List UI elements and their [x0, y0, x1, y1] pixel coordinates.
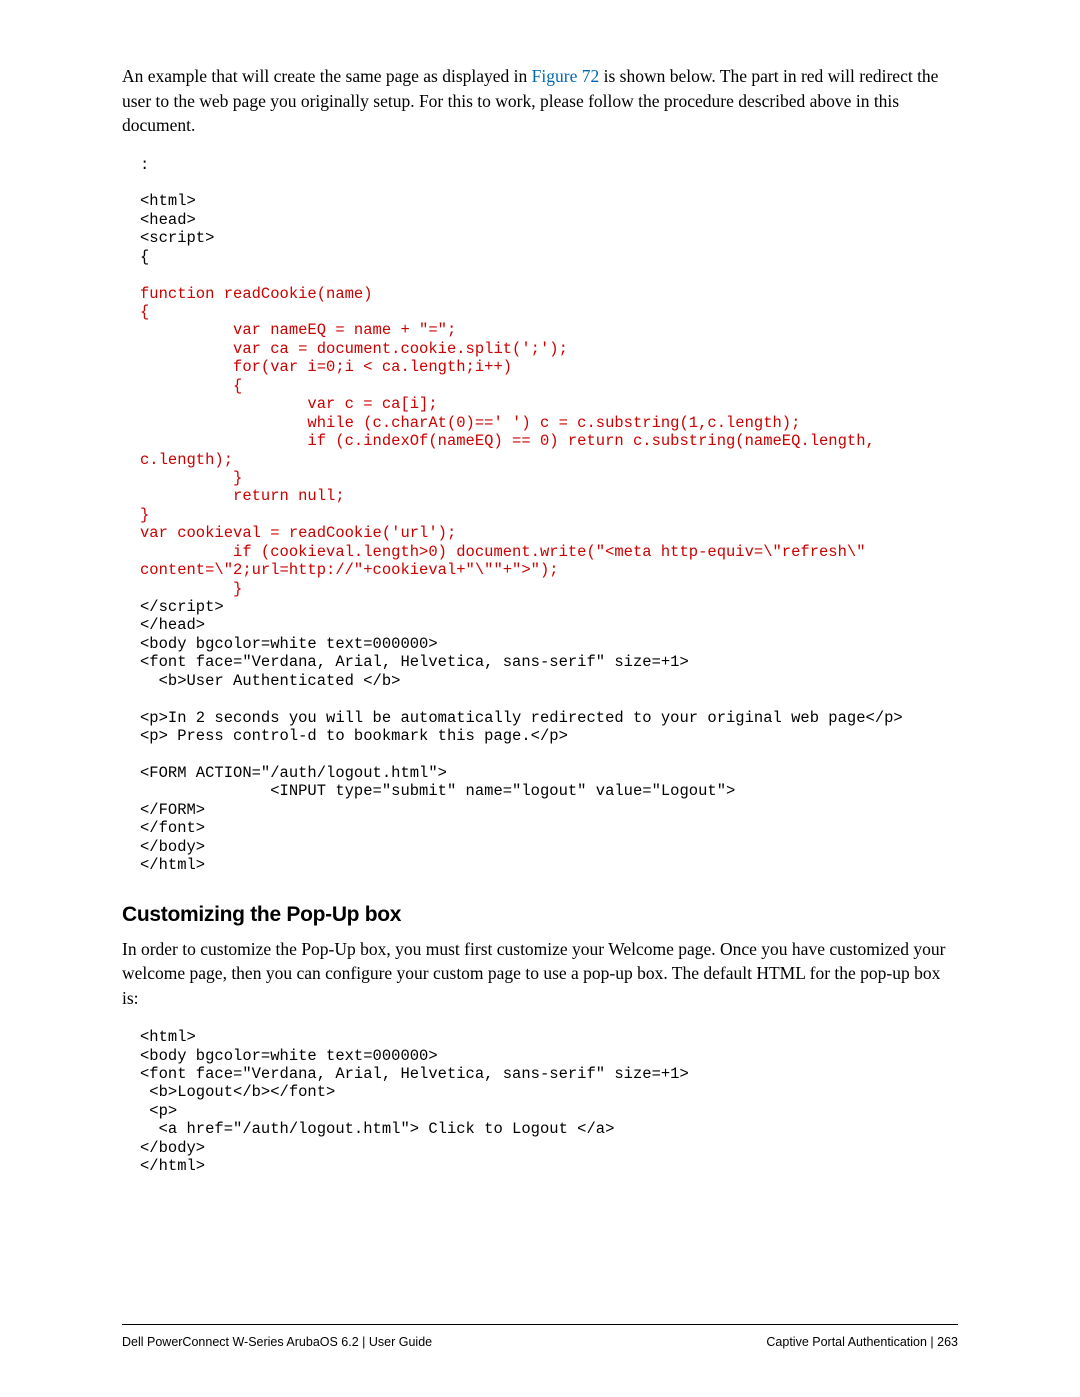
- code-line: <FORM ACTION="/auth/logout.html">: [140, 764, 447, 782]
- code-line: </html>: [140, 856, 205, 874]
- code-line: for(var i=0;i < ca.length;i++): [140, 358, 512, 376]
- code-line: if (c.indexOf(nameEQ) == 0) return c.sub…: [140, 432, 875, 450]
- code-line: <head>: [140, 211, 196, 229]
- code-line: <html>: [140, 1028, 196, 1046]
- code-line: <p>: [140, 1102, 177, 1120]
- code-line: function readCookie(name): [140, 285, 373, 303]
- code-line: </head>: [140, 616, 205, 634]
- code-line: </FORM>: [140, 801, 205, 819]
- code-line: content=\"2;url=http://"+cookieval+"\""+…: [140, 561, 559, 579]
- code-line: return null;: [140, 487, 345, 505]
- code-line: </font>: [140, 819, 205, 837]
- code-line: <a href="/auth/logout.html"> Click to Lo…: [140, 1120, 614, 1138]
- footer-section: Captive Portal Authentication: [766, 1335, 927, 1349]
- code-line: while (c.charAt(0)==' ') c = c.substring…: [140, 414, 800, 432]
- code-block-1: : <html> <head> <script> { function read…: [122, 156, 958, 875]
- code-line: <INPUT type="submit" name="logout" value…: [140, 782, 735, 800]
- code-line: <p>In 2 seconds you will be automaticall…: [140, 709, 903, 727]
- code-line: </body>: [140, 838, 205, 856]
- intro-text-1: An example that will create the same pag…: [122, 66, 532, 86]
- code-line: <font face="Verdana, Arial, Helvetica, s…: [140, 1065, 689, 1083]
- code-line: if (cookieval.length>0) document.write("…: [140, 543, 866, 561]
- code-line: var cookieval = readCookie('url');: [140, 524, 456, 542]
- code-line: <b>User Authenticated </b>: [140, 672, 400, 690]
- code-line: {: [140, 303, 149, 321]
- code-line: <body bgcolor=white text=000000>: [140, 635, 438, 653]
- code-line: <b>Logout</b></font>: [140, 1083, 335, 1101]
- code-line: <font face="Verdana, Arial, Helvetica, s…: [140, 653, 689, 671]
- footer-right: Captive Portal Authentication | 263: [766, 1335, 958, 1349]
- footer-left: Dell PowerConnect W-Series ArubaOS 6.2 |…: [122, 1335, 432, 1349]
- code-line: {: [140, 248, 149, 266]
- code-line: <script>: [140, 229, 214, 247]
- code-line: <p> Press control-d to bookmark this pag…: [140, 727, 568, 745]
- code-line: </body>: [140, 1139, 205, 1157]
- code-block-2: <html> <body bgcolor=white text=000000> …: [122, 1028, 958, 1176]
- figure-link[interactable]: Figure 72: [532, 66, 600, 86]
- code-line: </html>: [140, 1157, 205, 1175]
- code-line: }: [140, 506, 149, 524]
- code-line: :: [140, 156, 149, 174]
- code-line: }: [140, 469, 242, 487]
- section-paragraph: In order to customize the Pop-Up box, yo…: [122, 937, 958, 1011]
- code-line: var c = ca[i];: [140, 395, 438, 413]
- footer-sep: |: [927, 1335, 937, 1349]
- intro-paragraph: An example that will create the same pag…: [122, 64, 958, 138]
- code-line: }: [140, 580, 242, 598]
- page-footer: Dell PowerConnect W-Series ArubaOS 6.2 |…: [0, 1324, 1080, 1349]
- section-heading: Customizing the Pop-Up box: [122, 903, 958, 927]
- footer-divider: [122, 1324, 958, 1325]
- code-line: <html>: [140, 192, 196, 210]
- code-line: var nameEQ = name + "=";: [140, 321, 456, 339]
- code-line: {: [140, 377, 242, 395]
- code-line: <body bgcolor=white text=000000>: [140, 1047, 438, 1065]
- code-line: var ca = document.cookie.split(';');: [140, 340, 568, 358]
- footer-page: 263: [937, 1335, 958, 1349]
- code-line: </script>: [140, 598, 224, 616]
- code-line: c.length);: [140, 451, 233, 469]
